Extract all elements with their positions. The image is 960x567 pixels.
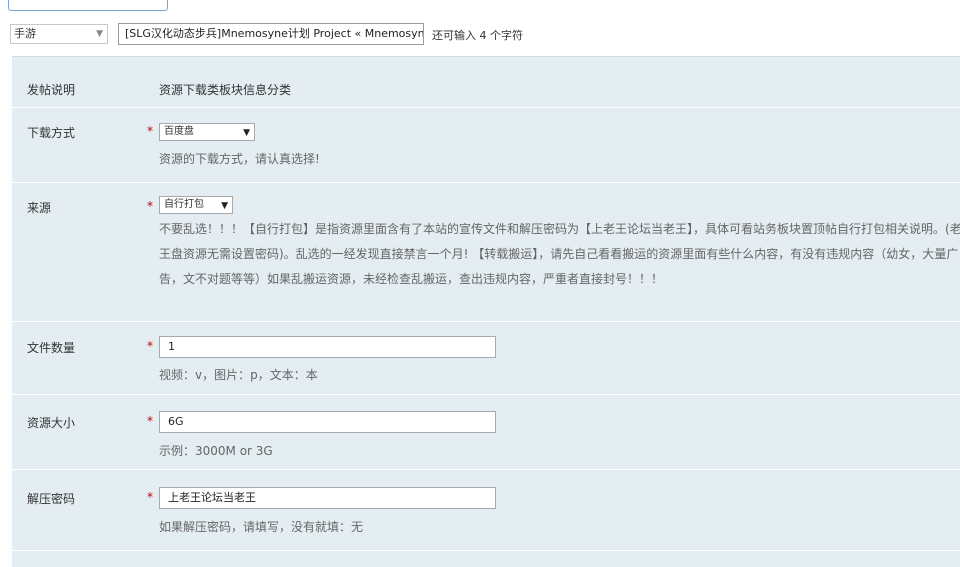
intro-section: 发帖说明 资源下载类板块信息分类: [12, 57, 960, 108]
required-mark: *: [147, 490, 153, 504]
top-input-box[interactable]: [8, 0, 168, 11]
download-method-label: 下载方式: [27, 126, 76, 140]
form-panel: 发帖说明 资源下载类板块信息分类 下载方式 * 百度盘 ▼ 资源的下载方式，请认…: [12, 56, 960, 567]
required-mark: *: [147, 199, 153, 213]
size-section: 资源大小 * 6G 示例：3000M or 3G: [12, 395, 960, 470]
source-selected: 自行打包: [164, 199, 204, 210]
download-method-selected: 百度盘: [164, 126, 194, 137]
chevron-down-icon: ▼: [221, 201, 228, 211]
size-hint: 示例：3000M or 3G: [159, 444, 273, 458]
required-mark: *: [147, 414, 153, 428]
password-input[interactable]: 上老王论坛当老王: [159, 487, 496, 509]
category-select-value: 手游: [14, 27, 36, 40]
category-select[interactable]: 手游 ▼: [10, 24, 108, 44]
intro-label: 发帖说明: [27, 83, 76, 97]
remaining-chars-text: 还可输入 4 个字符: [432, 29, 523, 42]
title-row: 手游 ▼ [SLG汉化动态步兵]Mnemosyne计划 Project « Mn…: [0, 20, 960, 50]
required-mark: *: [147, 339, 153, 353]
source-select[interactable]: 自行打包 ▼: [159, 196, 233, 214]
file-count-label: 文件数量: [27, 341, 76, 355]
download-method-hint: 资源的下载方式，请认真选择!: [159, 152, 320, 166]
file-count-section: 文件数量 * 1 视频：v，图片：p，文本：本: [12, 322, 960, 395]
password-hint: 如果解压密码，请填写，没有就填：无: [159, 520, 364, 534]
required-mark: *: [147, 124, 153, 138]
source-label: 来源: [27, 201, 52, 215]
chevron-down-icon: ▼: [96, 29, 103, 39]
source-section: 来源 * 自行打包 ▼ 不要乱选！！！【自行打包】是指资源里面含有了本站的宣传文…: [12, 183, 960, 322]
size-input[interactable]: 6G: [159, 411, 496, 433]
chevron-down-icon: ▼: [243, 128, 250, 138]
size-label: 资源大小: [27, 416, 76, 430]
download-method-select[interactable]: 百度盘 ▼: [159, 123, 255, 141]
file-count-hint: 视频：v，图片：p，文本：本: [159, 368, 318, 382]
file-count-input[interactable]: 1: [159, 336, 496, 358]
download-method-section: 下载方式 * 百度盘 ▼ 资源的下载方式，请认真选择!: [12, 108, 960, 183]
password-label: 解压密码: [27, 492, 76, 506]
source-note: 不要乱选！！！【自行打包】是指资源里面含有了本站的宣传文件和解压密码为【上老王论…: [159, 222, 960, 286]
intro-value: 资源下载类板块信息分类: [159, 83, 292, 97]
thread-title-input[interactable]: [SLG汉化动态步兵]Mnemosyne计划 Project « Mnemosy…: [118, 23, 424, 45]
password-section: 解压密码 * 上老王论坛当老王 如果解压密码，请填写，没有就填：无: [12, 470, 960, 551]
